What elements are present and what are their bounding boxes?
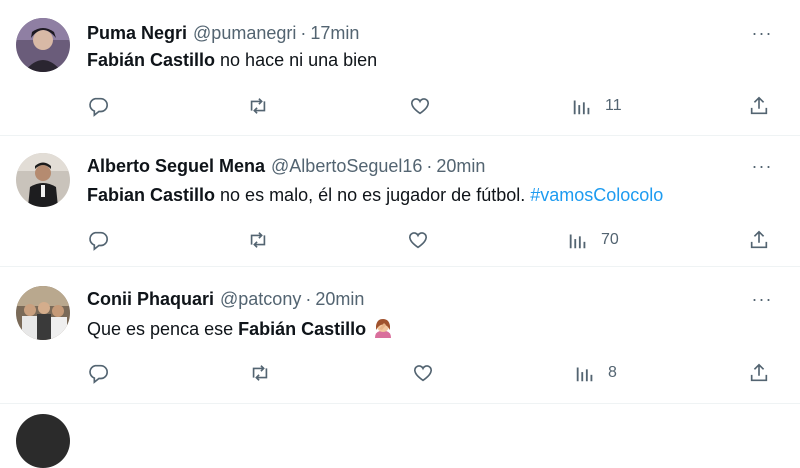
more-options-button[interactable]: ··· (748, 21, 776, 45)
mention-bold: Fabián Castillo (87, 50, 216, 70)
tweet[interactable]: Alberto Seguel Mena @AlbertoSeguel16 · 2… (0, 136, 800, 267)
reply-button[interactable] (87, 93, 109, 119)
timestamp[interactable]: 20min (315, 289, 364, 310)
share-button[interactable] (748, 93, 770, 119)
author-handle[interactable]: @pumanegri (193, 23, 296, 44)
timestamp[interactable]: 17min (310, 23, 359, 44)
tweet-text: Fabián Castillo no hace ni una bien (87, 50, 377, 71)
tweet-text: Fabian Castillo no es malo, él no es jug… (87, 185, 663, 206)
hashtag-link[interactable]: #vamosColocolo (530, 185, 663, 205)
separator-dot: · (426, 155, 433, 176)
author-name[interactable]: Alberto Seguel Mena (87, 156, 265, 177)
author-name[interactable]: Conii Phaquari (87, 289, 214, 310)
views-icon (569, 234, 586, 249)
share-icon (750, 230, 768, 249)
avatar[interactable] (16, 286, 70, 340)
reply-button[interactable] (87, 227, 109, 253)
tweet-text-rest: no es malo, él no es jugador de fútbol. (215, 185, 531, 205)
tweet[interactable]: Puma Negri @pumanegri · 17min ··· Fabián… (0, 0, 800, 136)
timestamp[interactable]: 20min (436, 156, 485, 177)
tweet-text-pre: Que es penca ese (87, 319, 239, 339)
more-icon: ··· (751, 155, 773, 176)
separator-dot: · (305, 288, 312, 309)
retweet-icon (250, 98, 266, 114)
reply-icon (89, 364, 108, 384)
more-options-button[interactable]: ··· (748, 154, 776, 178)
share-icon (750, 96, 768, 115)
avatar[interactable] (16, 153, 70, 207)
retweet-button[interactable] (247, 227, 269, 253)
separator-dot: · (300, 22, 307, 43)
more-options-button[interactable]: ··· (748, 287, 776, 311)
share-button[interactable] (748, 360, 770, 386)
more-icon: ··· (751, 288, 773, 309)
face-palm-emoji-icon (372, 317, 394, 339)
like-button[interactable] (409, 93, 431, 119)
like-button[interactable] (412, 360, 434, 386)
reply-icon (89, 97, 108, 117)
avatar[interactable] (16, 414, 70, 468)
tweet-actions: 11 (87, 93, 772, 119)
reply-icon (89, 231, 108, 251)
heart-icon (413, 365, 433, 382)
views-count: 70 (601, 231, 619, 248)
views-button[interactable]: 8 (574, 360, 617, 386)
author-name[interactable]: Puma Negri (87, 23, 187, 44)
mention-bold: Fabián Castillo (238, 319, 367, 339)
avatar[interactable] (16, 18, 70, 72)
tweet-text: Que es penca ese Fabián Castillo (87, 317, 394, 340)
views-button[interactable]: 70 (567, 227, 619, 253)
tweet-actions: 70 (87, 227, 772, 253)
views-icon (576, 367, 593, 382)
views-count: 11 (605, 97, 622, 114)
tweet-text-rest: no hace ni una bien (215, 50, 378, 70)
heart-icon (410, 98, 430, 115)
retweet-button[interactable] (249, 360, 271, 386)
heart-icon (408, 232, 428, 249)
share-button[interactable] (748, 227, 770, 253)
retweet-button[interactable] (247, 93, 269, 119)
views-icon (573, 100, 590, 115)
author-handle[interactable]: @AlbertoSeguel16 (271, 156, 422, 177)
tweet[interactable]: Conii Phaquari @patcony · 20min ··· Que … (0, 267, 800, 404)
mention-bold: Fabian Castillo (87, 185, 216, 205)
views-button[interactable]: 11 (571, 93, 622, 119)
reply-button[interactable] (87, 360, 109, 386)
more-icon: ··· (751, 22, 773, 43)
share-icon (750, 363, 768, 382)
views-count: 8 (608, 364, 617, 381)
retweet-icon (252, 365, 268, 381)
author-handle[interactable]: @patcony (220, 289, 301, 310)
tweet-actions: 8 (87, 360, 772, 386)
retweet-icon (250, 232, 266, 248)
like-button[interactable] (407, 227, 429, 253)
